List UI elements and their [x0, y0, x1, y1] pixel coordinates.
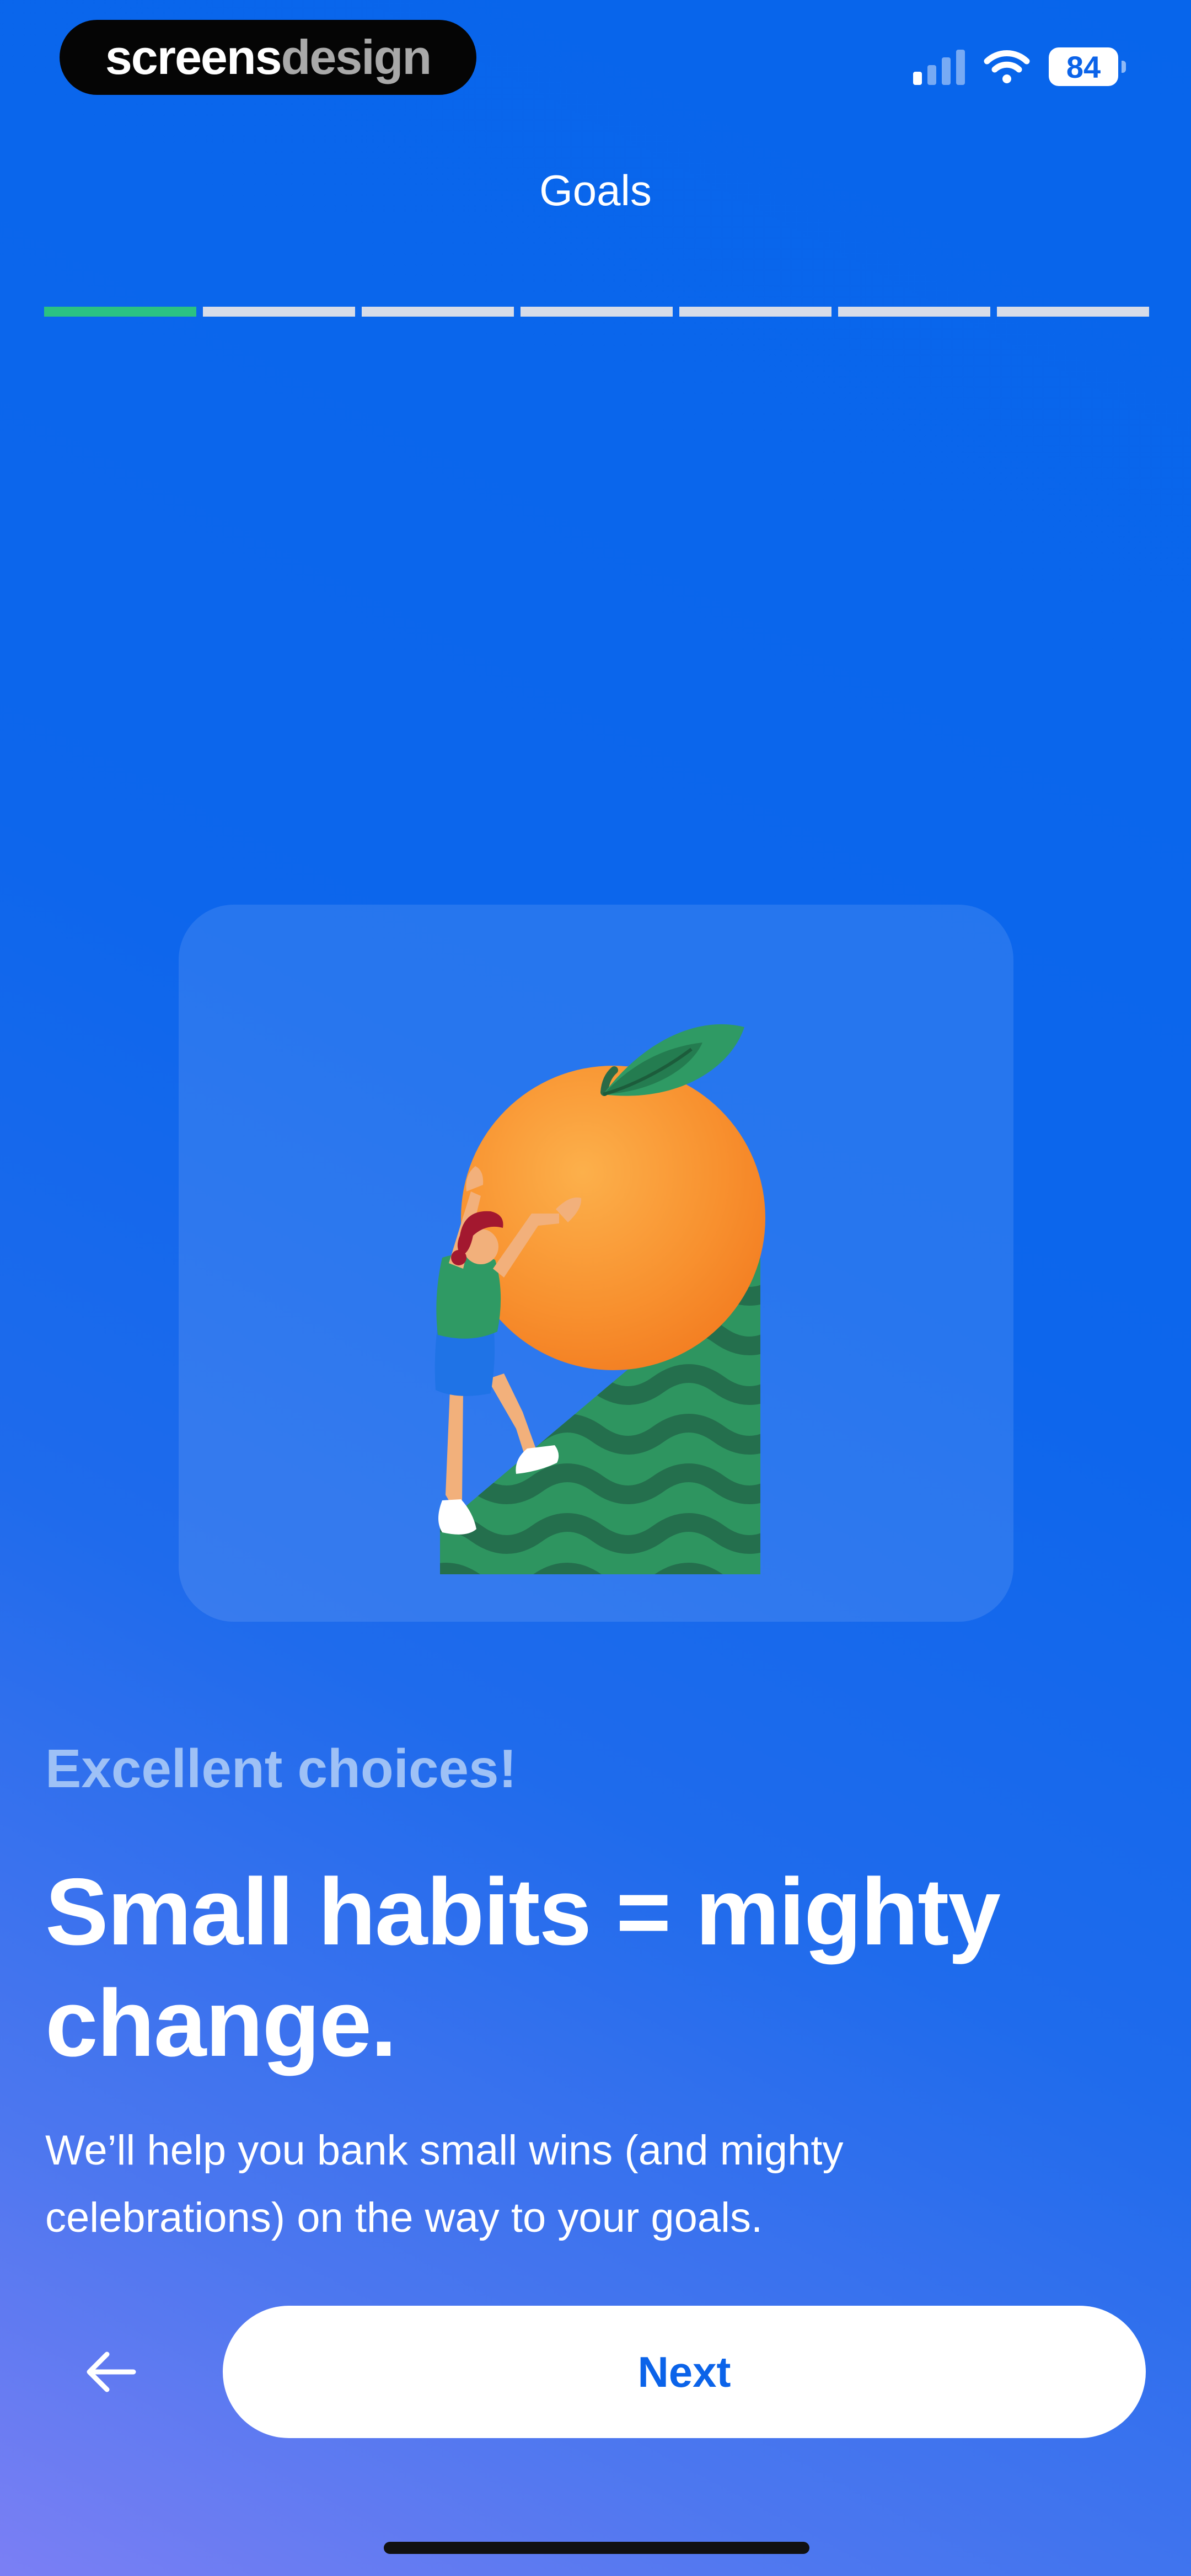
status-bar-indicators: 84	[913, 43, 1126, 90]
next-button[interactable]: Next	[223, 2306, 1146, 2438]
back-button[interactable]	[61, 2333, 160, 2411]
body-text: We’ll help you bank small wins (and migh…	[45, 2127, 844, 2241]
cellular-signal-icon	[913, 49, 965, 85]
screensdesign-badge: screens design	[60, 20, 476, 95]
home-indicator	[384, 2542, 809, 2554]
arrow-left-icon	[87, 2351, 136, 2392]
progress-step	[679, 307, 831, 317]
progress-step	[203, 307, 355, 317]
next-button-label: Next	[637, 2347, 731, 2396]
progress-step	[838, 307, 990, 317]
step-progress-bar	[44, 307, 1149, 317]
progress-step	[362, 307, 514, 317]
battery-level: 84	[1066, 49, 1101, 84]
person-climbing-orange-illustration	[434, 1024, 765, 1574]
brand-text-secondary: design	[281, 30, 432, 84]
progress-step	[997, 307, 1149, 317]
orange-fruit	[461, 1024, 765, 1370]
eyebrow-text: Excellent choices!	[45, 1738, 517, 1799]
illustration-card	[179, 905, 1013, 1622]
page-title: Goals	[539, 166, 652, 215]
headline: Small habits = mighty change.	[45, 1859, 1001, 2076]
brand-text-primary: screens	[105, 30, 282, 84]
progress-step-completed	[44, 307, 196, 317]
progress-step	[521, 307, 673, 317]
battery-icon: 84	[1049, 47, 1126, 86]
wifi-icon	[984, 50, 1030, 83]
